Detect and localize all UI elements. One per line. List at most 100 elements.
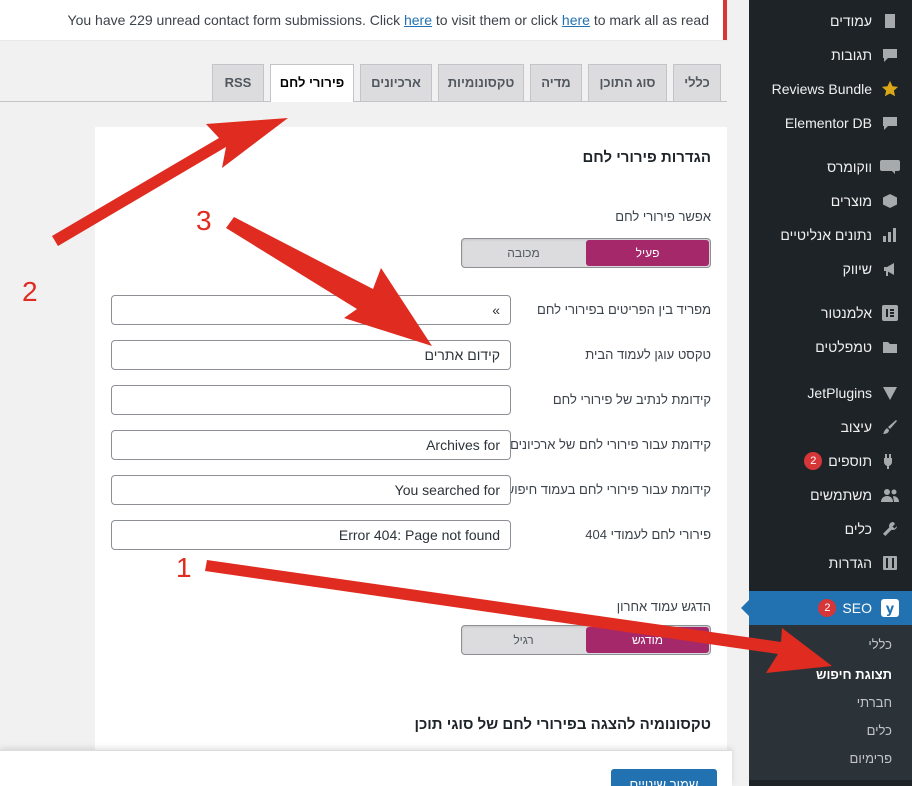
sidebar-item-comments[interactable]: תגובות bbox=[749, 38, 912, 72]
notice-middle: to visit them or click bbox=[431, 12, 562, 28]
settings-tabs: כללי סוג התוכן מדיה טקסונומיות ארכיונים … bbox=[0, 64, 727, 102]
sidebar-item-jetplugins[interactable]: JetPlugins bbox=[749, 376, 912, 410]
pages-icon bbox=[880, 11, 900, 31]
sidebar-item-label: Elementor DB bbox=[784, 115, 872, 131]
save-bar: שמור שינויים bbox=[0, 750, 732, 786]
sidebar-item-label: SEO bbox=[842, 600, 872, 616]
svg-text:y: y bbox=[886, 602, 895, 617]
tab-breadcrumbs[interactable]: פירורי לחם bbox=[270, 64, 354, 102]
submenu-item-social[interactable]: חברתי bbox=[749, 689, 912, 717]
tab-general[interactable]: כללי bbox=[673, 64, 721, 101]
tab-taxonomies[interactable]: טקסונומיות bbox=[438, 64, 524, 101]
comments-icon bbox=[880, 113, 900, 133]
admin-sidebar: עמודים תגובות Reviews Bundle Elementor D… bbox=[741, 0, 912, 786]
home-anchor-input[interactable] bbox=[111, 340, 511, 370]
search-prefix-input[interactable] bbox=[111, 475, 511, 505]
sidebar-item-label: תגובות bbox=[831, 47, 872, 63]
star-icon bbox=[880, 79, 900, 99]
annotation-number-1: 1 bbox=[176, 552, 192, 583]
sidebar-item-products[interactable]: מוצרים bbox=[749, 184, 912, 218]
notice-prefix: You have 229 unread contact form submiss… bbox=[67, 12, 404, 28]
jet-icon bbox=[880, 383, 900, 403]
sidebar-item-label: JetPlugins bbox=[807, 385, 872, 401]
separator-input[interactable] bbox=[111, 295, 511, 325]
archive-prefix-label: קידומת עבור פירורי לחם של ארכיונים bbox=[510, 437, 711, 452]
plugins-update-badge: 2 bbox=[804, 452, 823, 470]
sidebar-item-label: הגדרות bbox=[828, 555, 872, 571]
notice-link-mark-read[interactable]: here bbox=[562, 12, 590, 28]
sidebar-item-plugins[interactable]: תוספים 2 bbox=[749, 444, 912, 478]
submenu-item-search-appearance[interactable]: תצוגת חיפוש bbox=[749, 661, 912, 689]
comments-icon bbox=[880, 45, 900, 65]
bold-last-toggle[interactable]: מודגש רגיל bbox=[461, 625, 711, 655]
box-icon bbox=[880, 191, 900, 211]
tab-rss[interactable]: RSS bbox=[212, 64, 264, 101]
404-breadcrumb-label: פירורי לחם לעמודי 404 bbox=[585, 527, 711, 542]
bold-last-label: הדגש עמוד אחרון bbox=[616, 599, 711, 614]
notice-text: You have 229 unread contact form submiss… bbox=[68, 12, 709, 28]
sidebar-item-label: טמפלטים bbox=[815, 339, 872, 355]
tab-content-types[interactable]: סוג התוכן bbox=[588, 64, 667, 101]
wrench-icon bbox=[880, 519, 900, 539]
sidebar-item-elementor-db[interactable]: Elementor DB bbox=[749, 106, 912, 140]
sidebar-item-reviews-bundle[interactable]: Reviews Bundle bbox=[749, 72, 912, 106]
notice-suffix: to mark all as read bbox=[589, 12, 709, 28]
chart-icon bbox=[880, 225, 900, 245]
sidebar-item-label: עמודים bbox=[829, 13, 872, 29]
sidebar-item-label: אלמנטור bbox=[821, 305, 872, 321]
submenu-item-tools[interactable]: כלים bbox=[749, 717, 912, 745]
submenu-item-premium[interactable]: פרימיום bbox=[749, 745, 912, 773]
sidebar-item-marketing[interactable]: שיווק bbox=[749, 252, 912, 286]
annotation-number-3: 3 bbox=[196, 205, 212, 236]
brush-icon bbox=[880, 417, 900, 437]
submenu-item-general[interactable]: כללי bbox=[749, 631, 912, 659]
sidebar-item-seo[interactable]: y SEO 2 bbox=[741, 591, 912, 625]
folder-icon bbox=[880, 337, 900, 357]
bold-off-option[interactable]: רגיל bbox=[462, 626, 585, 654]
separator-label: מפריד בין הפריטים בפירורי לחם bbox=[537, 302, 711, 317]
path-prefix-input[interactable] bbox=[111, 385, 511, 415]
sidebar-item-users[interactable]: משתמשים bbox=[749, 478, 912, 512]
notice-link-visit[interactable]: here bbox=[404, 12, 432, 28]
sidebar-item-label: כלים bbox=[844, 521, 872, 537]
enable-on-option[interactable]: פעיל bbox=[586, 240, 709, 266]
settings-icon bbox=[880, 553, 900, 573]
annotation-number-2: 2 bbox=[22, 276, 38, 307]
sidebar-item-label: נתונים אנליטיים bbox=[780, 227, 872, 243]
taxonomy-section-title: טקסונומיה להצגה בפירורי לחם של סוגי תוכן bbox=[414, 716, 711, 733]
enable-breadcrumbs-label: אפשר פירורי לחם bbox=[615, 209, 711, 224]
seo-notification-badge: 2 bbox=[818, 599, 837, 617]
sidebar-item-label: תוספים bbox=[828, 453, 872, 469]
elementor-icon bbox=[880, 303, 900, 323]
megaphone-icon bbox=[880, 259, 900, 279]
archive-prefix-input[interactable] bbox=[111, 430, 511, 460]
enable-off-option[interactable]: מכובה bbox=[462, 239, 585, 267]
sidebar-item-appearance[interactable]: עיצוב bbox=[749, 410, 912, 444]
sidebar-item-pages[interactable]: עמודים bbox=[749, 4, 912, 38]
404-breadcrumb-input[interactable] bbox=[111, 520, 511, 550]
tab-media[interactable]: מדיה bbox=[530, 64, 582, 101]
tab-archives[interactable]: ארכיונים bbox=[360, 64, 432, 101]
sidebar-item-woocommerce[interactable]: ווקומרס bbox=[749, 150, 912, 184]
sidebar-item-label: משתמשים bbox=[810, 487, 872, 503]
sidebar-item-tools[interactable]: כלים bbox=[749, 512, 912, 546]
sidebar-item-elementor[interactable]: אלמנטור bbox=[749, 296, 912, 330]
enable-breadcrumbs-toggle[interactable]: פעיל מכובה bbox=[461, 238, 711, 268]
save-changes-button[interactable]: שמור שינויים bbox=[611, 769, 717, 786]
seo-submenu: כללי תצוגת חיפוש חברתי כלים פרימיום bbox=[749, 625, 912, 780]
woo-icon bbox=[880, 157, 900, 177]
home-anchor-label: טקסט עוגן לעמוד הבית bbox=[585, 347, 711, 362]
sidebar-item-label: Reviews Bundle bbox=[771, 81, 872, 97]
yoast-icon: y bbox=[880, 598, 900, 618]
search-prefix-label: קידומת עבור פירורי לחם בעמוד חיפוש bbox=[504, 482, 711, 497]
sidebar-item-settings[interactable]: הגדרות bbox=[749, 546, 912, 580]
plugin-icon bbox=[880, 451, 900, 471]
admin-notice: You have 229 unread contact form submiss… bbox=[0, 0, 727, 40]
bold-on-option[interactable]: מודגש bbox=[586, 627, 709, 653]
users-icon bbox=[880, 485, 900, 505]
sidebar-item-label: עיצוב bbox=[840, 419, 872, 435]
sidebar-item-templates[interactable]: טמפלטים bbox=[749, 330, 912, 364]
sidebar-item-analytics[interactable]: נתונים אנליטיים bbox=[749, 218, 912, 252]
sidebar-item-label: שיווק bbox=[842, 261, 872, 277]
page-title: הגדרות פירורי לחם bbox=[582, 149, 711, 166]
